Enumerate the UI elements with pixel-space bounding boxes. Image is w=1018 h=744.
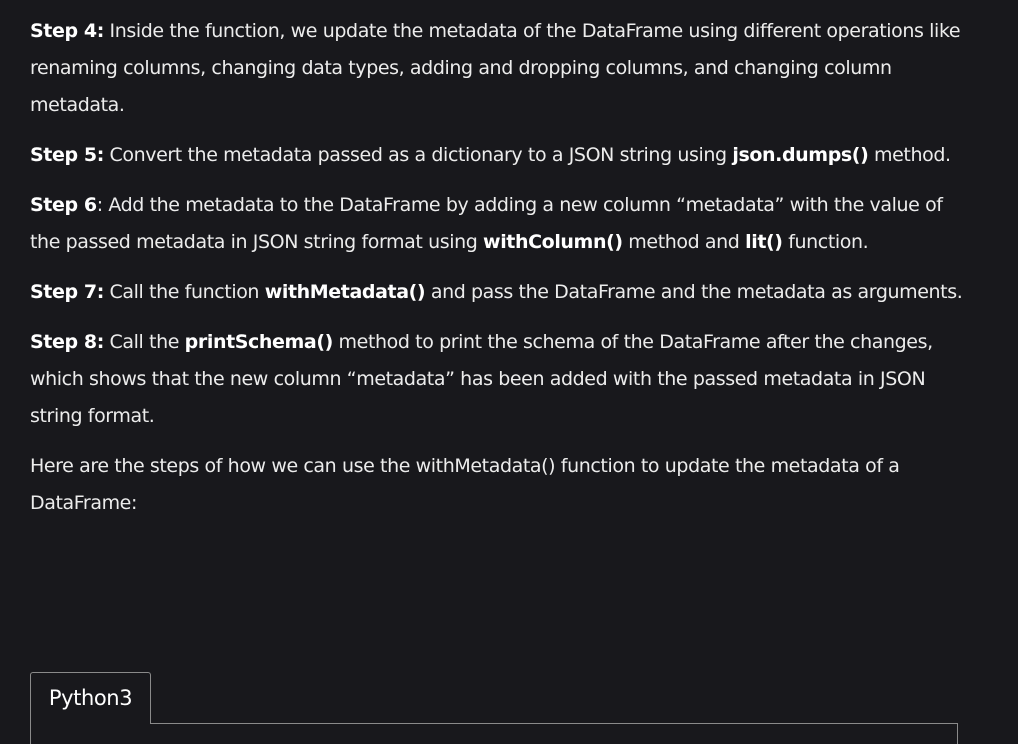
step-text: function. — [782, 231, 869, 253]
step-label: Step 7: — [30, 281, 104, 303]
inline-code-withmetadata: withMetadata() — [264, 281, 426, 303]
inline-code-json-dumps: json.dumps() — [732, 144, 869, 166]
step-text: Convert the metadata passed as a diction… — [103, 144, 733, 166]
step-label: Step 5: — [30, 144, 104, 166]
code-tab-strip: Python3 — [30, 672, 958, 744]
step-label: Step 8: — [30, 331, 104, 353]
step-5-paragraph: Step 5: Convert the metadata passed as a… — [30, 137, 970, 174]
inline-code-withcolumn: withColumn() — [483, 231, 623, 253]
step-text: and pass the DataFrame and the metadata … — [425, 281, 963, 303]
step-label: Step 4: — [30, 20, 104, 42]
step-4-paragraph: Step 4: Inside the function, we update t… — [30, 13, 970, 124]
inline-code-lit: lit() — [745, 231, 783, 253]
step-text: Call the function — [103, 281, 265, 303]
step-6-paragraph: Step 6: Add the metadata to the DataFram… — [30, 187, 970, 261]
step-text: method and — [622, 231, 746, 253]
step-7-paragraph: Step 7: Call the function withMetadata()… — [30, 274, 970, 311]
inline-code-printschema: printSchema() — [184, 331, 334, 353]
intro-paragraph: Here are the steps of how we can use the… — [30, 455, 900, 514]
step-8-paragraph: Step 8: Call the printSchema() method to… — [30, 324, 970, 435]
step-text: Call the — [103, 331, 185, 353]
step-label: Step 6 — [30, 194, 97, 216]
step-text: method. — [868, 144, 951, 166]
tab-python3[interactable]: Python3 — [30, 672, 151, 724]
step-text: Inside the function, we update the metad… — [30, 20, 961, 116]
article-content: Step 4: Inside the function, we update t… — [30, 13, 970, 535]
